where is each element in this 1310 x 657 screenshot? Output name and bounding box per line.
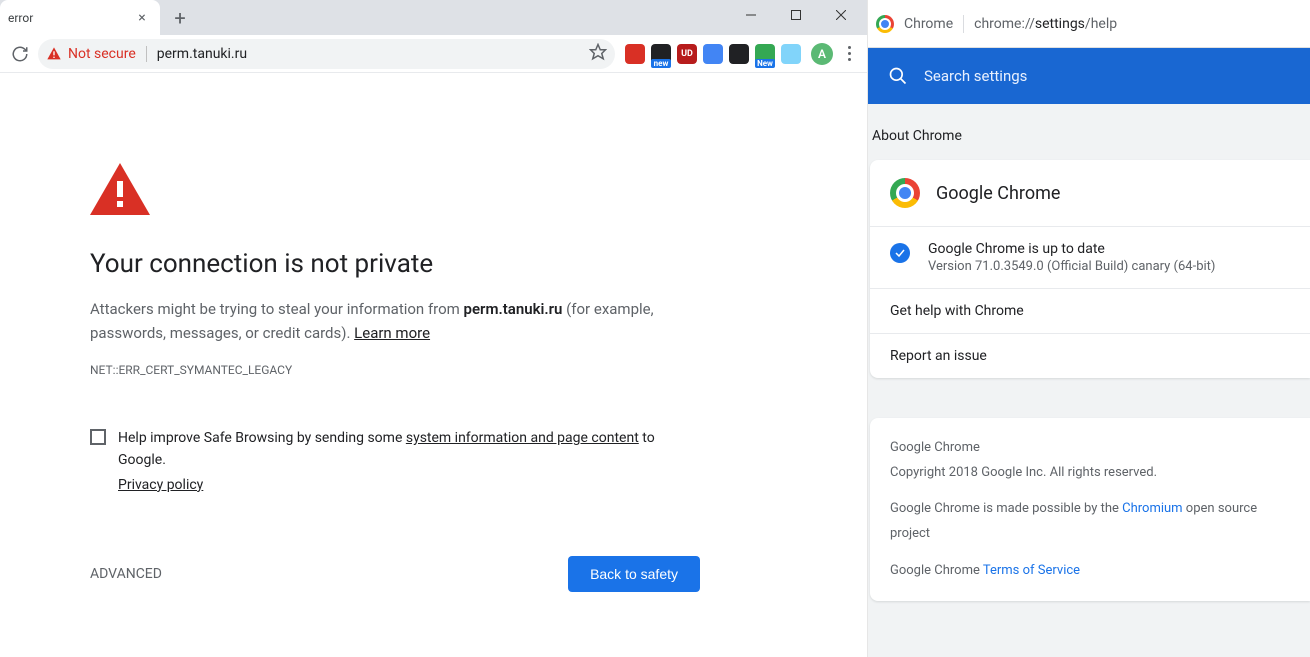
address-bar[interactable]: Not secure perm.tanuki.ru — [38, 39, 615, 69]
warning-triangle-icon — [90, 163, 150, 215]
error-title: Your connection is not private — [90, 249, 700, 279]
extension-icon[interactable] — [703, 44, 723, 64]
search-icon — [888, 66, 908, 86]
back-to-safety-button[interactable]: Back to safety — [568, 556, 700, 592]
chrome-logo-icon — [876, 15, 894, 33]
warning-triangle-icon — [46, 46, 62, 62]
search-placeholder: Search settings — [924, 67, 1027, 85]
toolbar: Not secure perm.tanuki.ru new UD New A — [0, 35, 867, 73]
minimize-button[interactable] — [728, 0, 773, 30]
safe-browsing-checkbox[interactable] — [90, 429, 106, 445]
app-name-label: Chrome — [904, 16, 953, 32]
separator — [146, 46, 147, 62]
extension-icons: new UD New — [625, 44, 801, 64]
kebab-menu-icon[interactable] — [837, 40, 861, 68]
about-chrome-heading: About Chrome — [872, 128, 1310, 144]
new-tab-button[interactable]: + — [166, 4, 194, 32]
browser-tab[interactable]: error × — [0, 0, 160, 35]
version-text: Version 71.0.3549.0 (Official Build) can… — [928, 259, 1215, 274]
extension-icon[interactable]: new — [651, 44, 671, 64]
privacy-policy-link[interactable]: Privacy policy — [118, 474, 700, 496]
chrome-logo-icon — [890, 178, 920, 208]
safe-browsing-opt-in: Help improve Safe Browsing by sending so… — [90, 427, 700, 496]
chromium-link[interactable]: Chromium — [1122, 501, 1182, 516]
window-controls — [728, 0, 863, 30]
separator — [963, 15, 964, 33]
bookmark-star-icon[interactable] — [589, 43, 607, 65]
settings-search-bar[interactable]: Search settings — [868, 48, 1310, 104]
tab-title: error — [8, 11, 134, 25]
system-info-link[interactable]: system information and page content — [406, 430, 639, 446]
close-tab-icon[interactable]: × — [134, 10, 150, 26]
update-status-text: Google Chrome is up to date — [928, 241, 1215, 257]
update-status-row: Google Chrome is up to date Version 71.0… — [870, 227, 1310, 289]
extension-icon[interactable] — [625, 44, 645, 64]
error-browser-window: error × + Not secure perm.tanuki.ru — [0, 0, 868, 657]
about-chrome-card: Google Chrome Google Chrome is up to dat… — [870, 160, 1310, 378]
security-status: Not secure — [68, 46, 136, 62]
url-text: perm.tanuki.ru — [157, 46, 583, 62]
maximize-button[interactable] — [773, 0, 818, 30]
error-description: Attackers might be trying to steal your … — [90, 297, 700, 345]
footer-product: Google Chrome — [890, 436, 1290, 461]
settings-browser-window: Chrome chrome://settings/help Search set… — [868, 0, 1310, 657]
extension-icon[interactable]: UD — [677, 44, 697, 64]
learn-more-link[interactable]: Learn more — [354, 324, 430, 342]
terms-of-service-link[interactable]: Terms of Service — [983, 563, 1080, 578]
profile-avatar[interactable]: A — [811, 43, 833, 65]
reload-icon[interactable] — [6, 40, 34, 68]
product-name: Google Chrome — [936, 183, 1060, 204]
error-code: NET::ERR_CERT_SYMANTEC_LEGACY — [90, 363, 700, 377]
tab-strip: error × + — [0, 0, 867, 35]
check-circle-icon — [890, 243, 910, 263]
report-issue-link[interactable]: Report an issue — [870, 334, 1310, 378]
settings-url[interactable]: chrome://settings/help — [974, 16, 1117, 32]
extension-icon[interactable]: New — [755, 44, 775, 64]
extension-icon[interactable] — [729, 44, 749, 64]
extension-icon[interactable] — [781, 44, 801, 64]
about-footer-card: Google Chrome Copyright 2018 Google Inc.… — [870, 418, 1310, 601]
settings-address-bar: Chrome chrome://settings/help — [868, 0, 1310, 48]
footer-copyright: Copyright 2018 Google Inc. All rights re… — [890, 461, 1290, 486]
close-window-button[interactable] — [818, 0, 863, 30]
advanced-button[interactable]: ADVANCED — [90, 566, 162, 582]
get-help-link[interactable]: Get help with Chrome — [870, 289, 1310, 334]
error-page: Your connection is not private Attackers… — [0, 73, 867, 657]
